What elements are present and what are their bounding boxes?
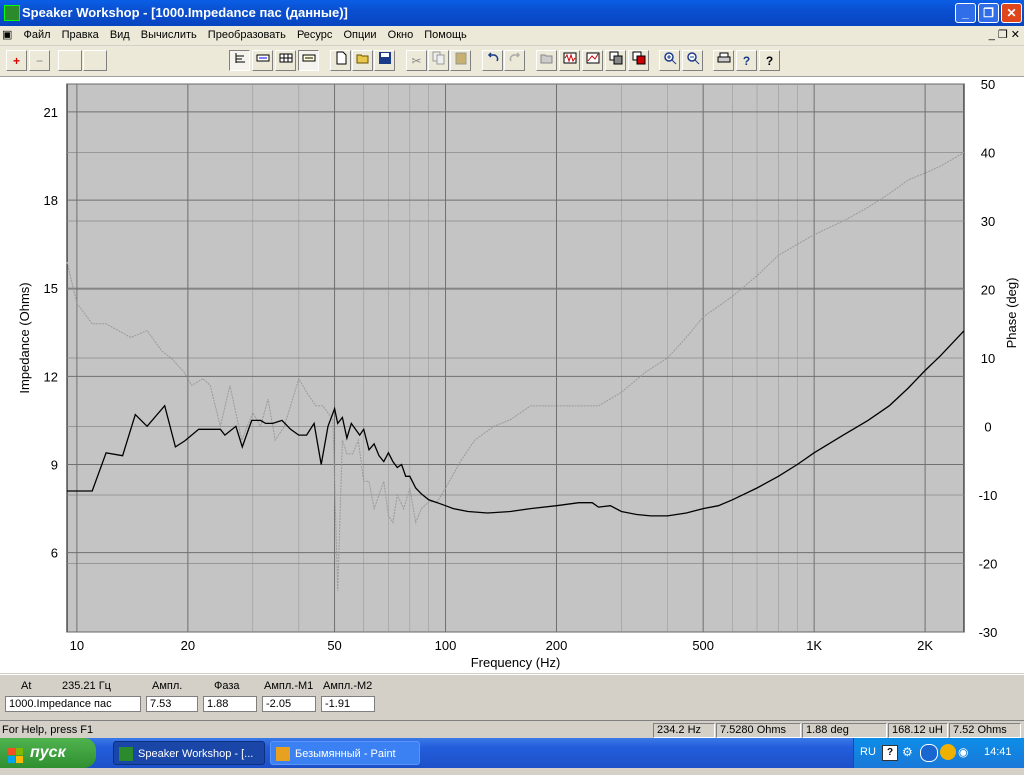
status-ohms-2: 7.52 Ohms — [949, 723, 1021, 738]
status-degrees: 1.88 deg — [802, 723, 887, 738]
back-arrow-icon[interactable] — [920, 744, 938, 762]
clock: 14:41 — [984, 746, 1012, 758]
amp-m1-label: Ампл.-М1 — [264, 680, 314, 692]
y-tick-label: 21 — [44, 105, 58, 120]
y2-tick-label: -10 — [979, 488, 998, 503]
amp-m2-label: Ампл.-М2 — [323, 680, 373, 692]
at-label: At — [21, 680, 32, 692]
y2-tick-label: 0 — [984, 420, 991, 435]
amp-label: Ампл. — [152, 680, 183, 692]
at-frequency: 235.21 Гц — [62, 680, 111, 692]
y2-tick-label: 20 — [981, 283, 995, 298]
y-tick-label: 6 — [51, 546, 58, 561]
y-tick-label: 18 — [44, 193, 58, 208]
x-tick-label: 200 — [546, 638, 568, 653]
amp-field[interactable]: 7.53 — [146, 696, 198, 712]
task-paint-label: Безымянный - Paint — [295, 748, 396, 760]
language-indicator[interactable]: RU — [860, 746, 876, 758]
amp-m1-field[interactable]: -2.05 — [262, 696, 316, 712]
task-paint[interactable]: Безымянный - Paint — [270, 741, 420, 765]
x-tick-label: 2K — [917, 638, 933, 653]
start-button[interactable]: пуск — [0, 738, 96, 768]
info-panel: At 235.21 Гц 1000.Impedance пас Ампл. 7.… — [0, 674, 1024, 719]
curve-name-field[interactable]: 1000.Impedance пас — [5, 696, 141, 712]
x-tick-label: 10 — [70, 638, 84, 653]
y2-tick-label: 50 — [981, 77, 995, 92]
status-frequency: 234.2 Hz — [653, 723, 715, 738]
speaker-workshop-icon — [119, 747, 133, 761]
phase-label: Фаза — [214, 680, 240, 692]
network-icon[interactable]: ⚙ — [902, 745, 913, 759]
impedance-chart[interactable]: 10 20 50 100 200 500 1K 2K 6 9 12 15 18 21 -30 -20 -10 0 1… — [0, 0, 1024, 768]
x-tick-label: 20 — [181, 638, 195, 653]
x-tick-label: 500 — [692, 638, 714, 653]
taskbar: пуск Speaker Workshop - [... Безымянный … — [0, 738, 1024, 768]
help-hint: For Help, press F1 — [2, 724, 94, 736]
tray-circle-icon[interactable] — [940, 744, 956, 760]
y2-axis-title: Phase (deg) — [1004, 278, 1019, 349]
y2-tick-label: 10 — [981, 351, 995, 366]
x-tick-label: 1K — [806, 638, 822, 653]
windows-logo-icon — [8, 745, 24, 763]
y2-tick-label: 40 — [981, 146, 995, 161]
y2-tick-label: -20 — [979, 557, 998, 572]
help-tray-icon[interactable]: ? — [882, 745, 898, 761]
y-tick-label: 15 — [44, 281, 58, 296]
y2-tick-label: -30 — [979, 625, 998, 640]
status-bar: For Help, press F1 234.2 Hz 7.5280 Ohms … — [0, 720, 1024, 739]
volume-icon[interactable]: ◉ — [958, 745, 968, 759]
system-tray: RU ? ⚙ ◉ 14:41 — [853, 738, 1024, 768]
phase-field[interactable]: 1.88 — [203, 696, 257, 712]
amp-m2-field[interactable]: -1.91 — [321, 696, 375, 712]
x-axis-title: Frequency (Hz) — [471, 655, 561, 670]
x-tick-label: 100 — [435, 638, 457, 653]
start-label: пуск — [30, 744, 66, 761]
y2-tick-label: 30 — [981, 214, 995, 229]
status-inductance: 168.12 uH — [888, 723, 948, 738]
paint-icon — [276, 747, 290, 761]
task-speaker-workshop[interactable]: Speaker Workshop - [... — [113, 741, 265, 765]
y-tick-label: 12 — [44, 369, 58, 384]
x-tick-label: 50 — [327, 638, 341, 653]
status-ohms: 7.5280 Ohms — [716, 723, 801, 738]
y-tick-label: 9 — [51, 458, 58, 473]
task-speaker-workshop-label: Speaker Workshop - [... — [138, 748, 254, 760]
y-axis-title: Impedance (Ohms) — [17, 282, 32, 393]
